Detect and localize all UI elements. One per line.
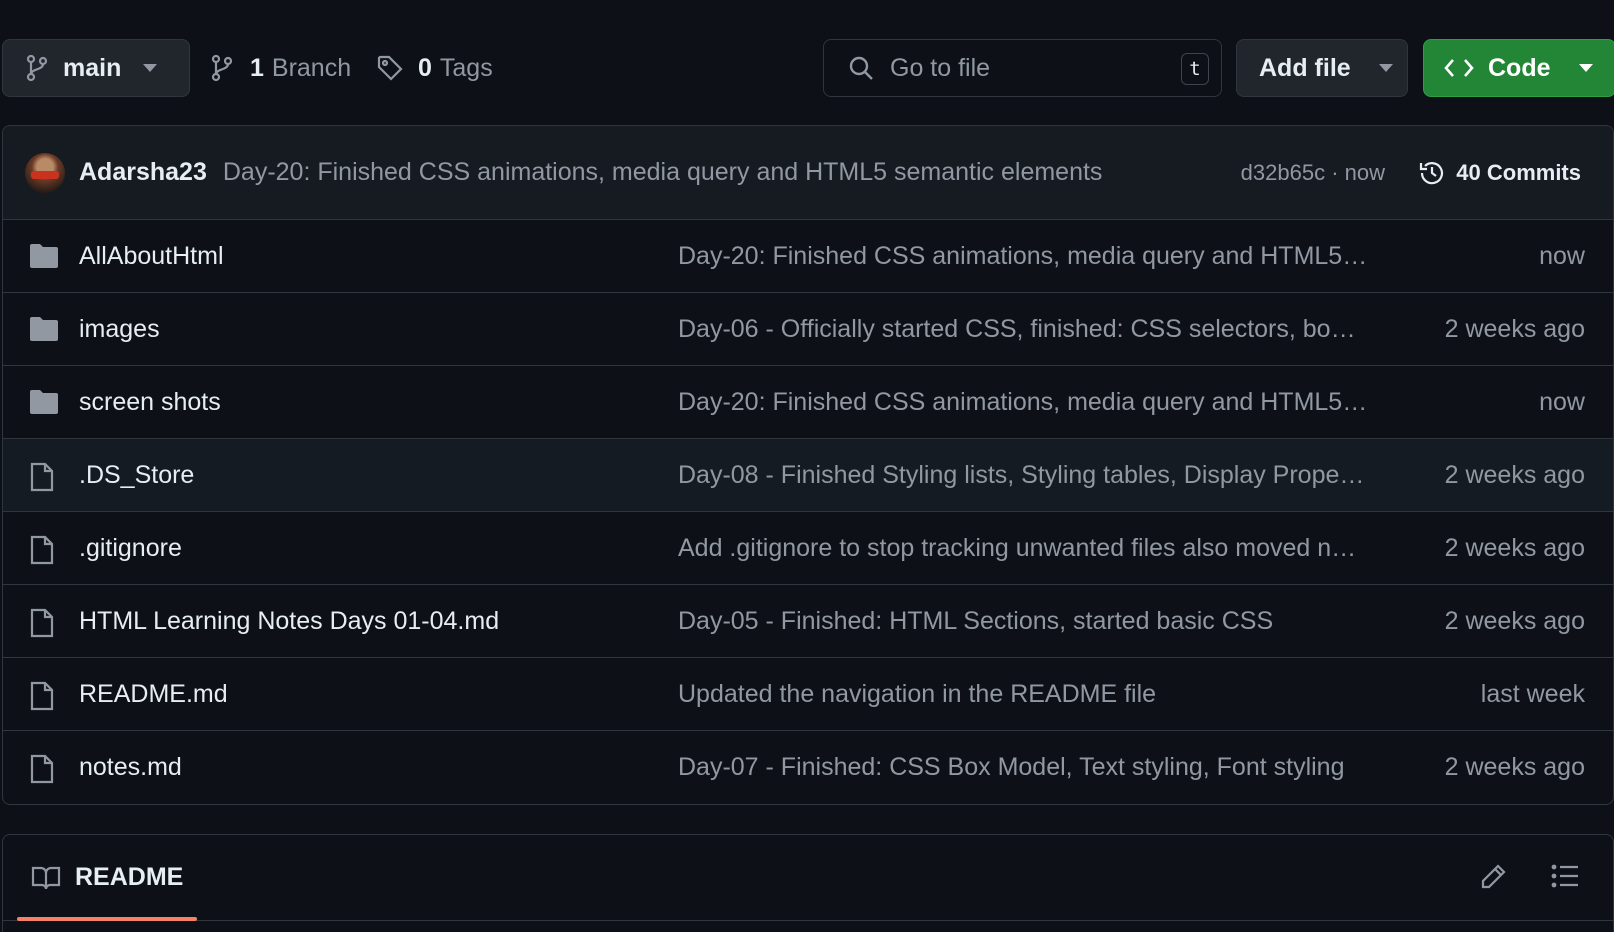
commit-author-link[interactable]: Adarsha23: [79, 158, 207, 187]
file-row[interactable]: AllAboutHtml Day-20: Finished CSS animat…: [3, 220, 1613, 293]
file-name-link[interactable]: images: [79, 315, 160, 344]
file-name-link[interactable]: HTML Learning Notes Days 01-04.md: [79, 607, 499, 636]
file-row[interactable]: HTML Learning Notes Days 01-04.md Day-05…: [3, 585, 1613, 658]
folder-icon: [29, 243, 59, 269]
file-name-link[interactable]: README.md: [79, 680, 228, 709]
tags-link[interactable]: 0 Tags: [376, 39, 493, 97]
branches-label: Branch: [271, 53, 352, 82]
file-rows: AllAboutHtml Day-20: Finished CSS animat…: [3, 220, 1613, 804]
file-commit-time: 2 weeks ago: [1444, 314, 1585, 343]
chevron-down-icon: [1578, 64, 1593, 72]
file-commit-time: last week: [1480, 679, 1585, 708]
file-icon: [29, 462, 55, 492]
file-row[interactable]: .DS_Store Day-08 - Finished Styling list…: [3, 439, 1613, 512]
commits-history-link[interactable]: 40 Commits: [1418, 159, 1581, 187]
commit-message-link[interactable]: Day-20: Finished CSS animations, media q…: [223, 158, 1103, 187]
file-row[interactable]: images Day-06 - Officially started CSS, …: [3, 293, 1613, 366]
branch-select-button[interactable]: main: [2, 39, 190, 97]
go-to-file-search[interactable]: t: [823, 39, 1222, 97]
file-commit-message-link[interactable]: Add .gitignore to stop tracking unwanted…: [678, 534, 1368, 563]
file-commit-message-link[interactable]: Day-05 - Finished: HTML Sections, starte…: [678, 607, 1368, 636]
file-commit-message-link[interactable]: Day-08 - Finished Styling lists, Styling…: [678, 461, 1368, 490]
branch-select-label: main: [63, 53, 122, 82]
search-icon: [848, 55, 874, 81]
repo-toolbar: main 1 Branch 0 Tags Go to file t Add fi…: [2, 39, 1614, 97]
chevron-down-icon: [1378, 64, 1393, 72]
tags-label: Tags: [439, 53, 493, 82]
file-commit-message-link[interactable]: Day-20: Finished CSS animations, media q…: [678, 242, 1368, 271]
commits-count-label: 40 Commits: [1456, 159, 1581, 185]
book-icon: [31, 865, 61, 891]
file-commit-time: now: [1539, 387, 1585, 416]
git-branch-icon: [210, 54, 234, 82]
file-commit-message-link[interactable]: Updated the navigation in the README fil…: [678, 680, 1368, 709]
file-commit-message-link[interactable]: Day-06 - Officially started CSS, finishe…: [678, 315, 1368, 344]
commit-hash-link[interactable]: d32b65c · now: [1241, 160, 1385, 186]
file-commit-message-link[interactable]: Day-20: Finished CSS animations, media q…: [678, 388, 1368, 417]
file-icon: [29, 608, 55, 638]
history-icon: [1418, 159, 1446, 187]
edit-readme-button[interactable]: [1479, 863, 1507, 891]
file-icon: [29, 681, 55, 711]
git-branch-icon: [25, 54, 49, 82]
keyboard-shortcut-hint: t: [1181, 53, 1209, 85]
repo-file-browser: main 1 Branch 0 Tags Go to file t Add fi…: [0, 0, 1614, 932]
file-name-link[interactable]: .DS_Store: [79, 461, 194, 490]
file-row[interactable]: README.md Updated the navigation in the …: [3, 658, 1613, 731]
tag-icon: [376, 54, 404, 82]
readme-tab[interactable]: README: [31, 863, 183, 892]
readme-header: README: [3, 835, 1613, 921]
file-icon: [29, 535, 55, 565]
code-label: Code: [1488, 53, 1551, 82]
tags-count: 0: [418, 53, 432, 82]
file-commit-time: 2 weeks ago: [1444, 460, 1585, 489]
file-commit-message-link[interactable]: Day-07 - Finished: CSS Box Model, Text s…: [678, 753, 1368, 782]
file-commit-time: now: [1539, 241, 1585, 270]
file-row[interactable]: screen shots Day-20: Finished CSS animat…: [3, 366, 1613, 439]
file-name-link[interactable]: notes.md: [79, 753, 182, 782]
list-unordered-icon: [1551, 863, 1579, 889]
folder-icon: [29, 389, 59, 415]
file-commit-time: 2 weeks ago: [1444, 606, 1585, 635]
file-icon: [29, 754, 55, 784]
file-name-link[interactable]: .gitignore: [79, 534, 182, 563]
pencil-icon: [1479, 863, 1507, 891]
code-icon: [1444, 57, 1474, 79]
code-button[interactable]: Code: [1423, 39, 1614, 97]
chevron-down-icon: [143, 64, 158, 72]
readme-panel: README: [2, 834, 1614, 932]
readme-tab-underline: [17, 917, 197, 921]
file-name-link[interactable]: AllAboutHtml: [79, 242, 224, 271]
folder-icon: [29, 316, 59, 342]
readme-tab-label: README: [75, 863, 184, 891]
file-commit-time: 2 weeks ago: [1444, 753, 1585, 781]
add-file-button[interactable]: Add file: [1236, 39, 1408, 97]
avatar[interactable]: [25, 152, 65, 193]
file-commit-time: 2 weeks ago: [1444, 533, 1585, 562]
branches-count: 1: [250, 53, 264, 82]
add-file-label: Add file: [1259, 53, 1351, 82]
file-row[interactable]: notes.md Day-07 - Finished: CSS Box Mode…: [3, 731, 1613, 804]
file-list-box: Adarsha23 Day-20: Finished CSS animation…: [2, 125, 1614, 805]
go-to-file-input[interactable]: [890, 53, 1160, 83]
outline-button[interactable]: [1551, 863, 1579, 889]
latest-commit-header: Adarsha23 Day-20: Finished CSS animation…: [3, 126, 1613, 220]
branches-link[interactable]: 1 Branch: [210, 39, 351, 97]
file-name-link[interactable]: screen shots: [79, 388, 221, 417]
file-row[interactable]: .gitignore Add .gitignore to stop tracki…: [3, 512, 1613, 585]
